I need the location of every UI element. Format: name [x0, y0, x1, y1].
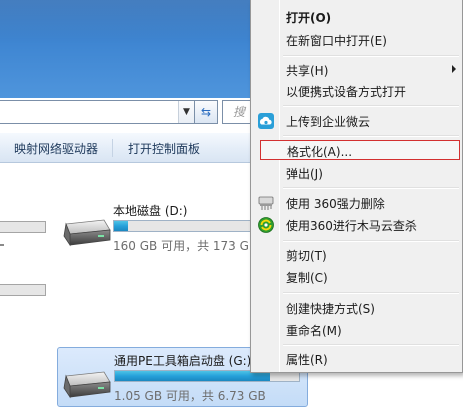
menu-item-properties[interactable]: 属性(R): [253, 348, 460, 370]
menu-item-open-new-window[interactable]: 在新窗口中打开(E): [253, 29, 460, 51]
menu-item-label: 属性(R): [286, 353, 328, 367]
partial-drive-size: [0, 238, 6, 250]
menu-item-label: 共享(H): [286, 64, 329, 78]
menu-item-rename[interactable]: 重命名(M): [253, 319, 460, 341]
menu-item-cut[interactable]: 剪切(T): [253, 244, 460, 266]
menu-item-label: 打开(O): [286, 11, 332, 25]
menu-item-copy[interactable]: 复制(C): [253, 266, 460, 288]
menu-item-create-shortcut[interactable]: 创建快捷方式(S): [253, 297, 460, 319]
menu-item-360-scan[interactable]: 使用360进行木马云查杀: [253, 214, 460, 236]
menu-item-label: 格式化(A)...: [287, 145, 353, 159]
menu-item-eject[interactable]: 弹出(J): [253, 162, 460, 184]
refresh-button[interactable]: ⇆: [194, 100, 218, 124]
cloud-upload-icon: [258, 113, 274, 129]
menu-item-share[interactable]: 共享(H): [253, 59, 460, 81]
menu-item-label: 在新窗口中打开(E): [286, 34, 387, 48]
usb-drive-icon: [63, 371, 111, 399]
drive-usage-fill: [114, 221, 129, 231]
drive-usage-fill: [115, 371, 270, 381]
menu-item-label: 上传到企业微云: [286, 115, 371, 129]
menu-separator: [283, 187, 459, 189]
shield-360-icon: [258, 217, 274, 233]
menu-item-label: 使用360进行木马云查杀: [286, 219, 417, 233]
drive-size-text: 1.05 GB 可用，共 6.73 GB: [114, 389, 266, 403]
menu-item-360-delete[interactable]: 使用 360强力删除: [253, 192, 460, 214]
address-bar[interactable]: ▼: [0, 100, 195, 124]
address-dropdown-button[interactable]: ▼: [178, 101, 194, 123]
menu-item-format[interactable]: 格式化(A)...: [260, 140, 460, 160]
menu-item-upload-weiyun[interactable]: 上传到企业微云: [253, 110, 460, 132]
partial-drive-bar: [0, 284, 46, 296]
toolbar-separator: [112, 139, 113, 157]
menu-item-label: 弹出(J): [286, 167, 323, 181]
menu-item-label: 以便携式设备方式打开: [286, 85, 407, 99]
menu-item-label: 剪切(T): [286, 249, 327, 263]
drive-label: 本地磁盘 (D:): [113, 204, 188, 218]
open-control-panel-button[interactable]: 打开控制面板: [128, 140, 200, 157]
menu-separator: [283, 135, 459, 137]
menu-item-label: 使用 360强力删除: [286, 197, 385, 211]
shredder-icon: [258, 196, 274, 210]
menu-item-label: 创建快捷方式(S): [286, 302, 375, 316]
menu-separator: [283, 105, 459, 107]
drive-label: 通用PE工具箱启动盘 (G:): [114, 354, 252, 368]
menu-separator: [283, 292, 459, 294]
menu-separator: [283, 240, 459, 242]
menu-item-open[interactable]: 打开(O): [253, 6, 460, 28]
menu-item-label: 复制(C): [286, 271, 328, 285]
menu-item-open-portable[interactable]: 以便携式设备方式打开: [253, 80, 460, 102]
menu-item-label: 重命名(M): [286, 324, 342, 338]
partial-drive-bar: [0, 221, 46, 233]
hard-drive-icon: [63, 219, 111, 247]
drive-tile-d[interactable]: 本地磁盘 (D:) 160 GB 可用，共 173 GB: [58, 200, 303, 258]
submenu-arrow-icon: [452, 65, 456, 73]
context-menu: 打开(O) 在新窗口中打开(E) 共享(H) 以便携式设备方式打开 上传到企业微…: [250, 0, 463, 373]
drive-size-text: 160 GB 可用，共 173 GB: [113, 239, 258, 253]
map-network-drive-button[interactable]: 映射网络驱动器: [14, 140, 98, 157]
menu-separator: [283, 55, 459, 57]
menu-separator: [283, 344, 459, 346]
